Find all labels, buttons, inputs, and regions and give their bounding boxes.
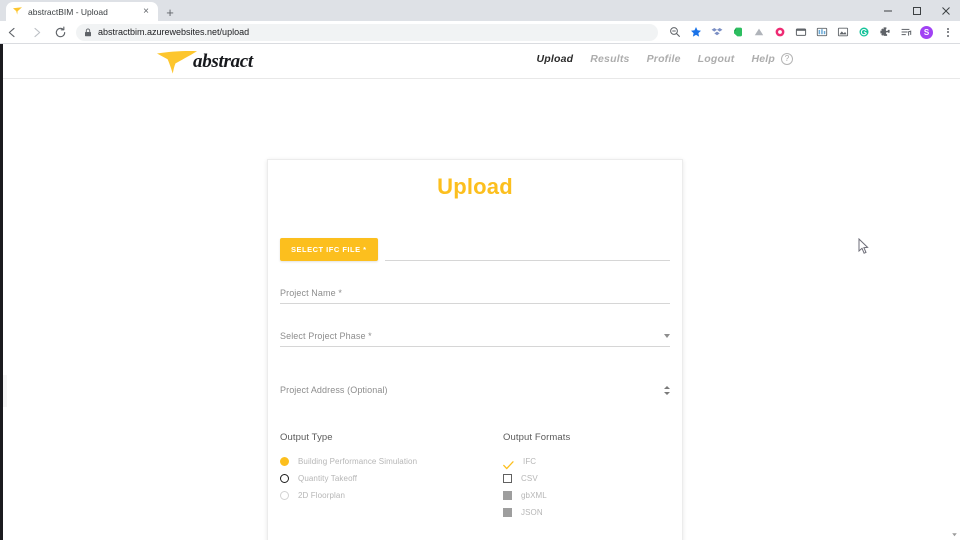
mouse-cursor bbox=[858, 237, 870, 255]
grammarly-extension-icon[interactable] bbox=[853, 22, 874, 43]
output-type-heading: Output Type bbox=[280, 432, 333, 443]
options-section: Output Type Building Performance Simulat… bbox=[280, 432, 670, 523]
checkbox-gbxml: gbXML bbox=[503, 489, 670, 502]
url-text: abstractbim.azurewebsites.net/upload bbox=[98, 27, 250, 37]
back-arrow-icon[interactable] bbox=[0, 21, 24, 44]
checkbox-label: gbXML bbox=[521, 491, 547, 500]
tab-strip: abstractBIM - Upload × + bbox=[0, 0, 960, 21]
close-icon[interactable] bbox=[931, 0, 960, 21]
checkbox-disabled-icon bbox=[503, 508, 512, 517]
browser-window: abstractBIM - Upload × + abstractbim.azu… bbox=[0, 0, 960, 540]
checkbox-csv[interactable]: CSV bbox=[503, 472, 670, 485]
funnel-icon bbox=[12, 6, 23, 17]
browser-tab[interactable]: abstractBIM - Upload × bbox=[6, 2, 158, 21]
image-extension-icon[interactable] bbox=[832, 22, 853, 43]
grid-extension-icon[interactable] bbox=[811, 22, 832, 43]
toolbar-icons: S bbox=[664, 22, 960, 43]
project-address-label: Project Address (Optional) bbox=[280, 385, 388, 395]
page-title: Upload bbox=[437, 174, 513, 199]
tab-close-icon[interactable]: × bbox=[140, 6, 152, 18]
brand-text: abstract bbox=[193, 51, 253, 72]
nav-item-logout[interactable]: Logout bbox=[698, 53, 735, 65]
project-phase-label: Select Project Phase * bbox=[280, 331, 372, 341]
project-address-field[interactable]: Project Address (Optional) bbox=[280, 374, 670, 400]
nav-item-help-label: Help bbox=[751, 53, 775, 65]
nav-item-profile[interactable]: Profile bbox=[647, 53, 681, 65]
checkbox-ifc[interactable]: IFC bbox=[503, 455, 670, 470]
radio-empty-icon bbox=[280, 491, 289, 500]
project-name-label: Project Name * bbox=[280, 288, 342, 298]
project-phase-select[interactable]: Select Project Phase * bbox=[280, 321, 670, 347]
radio-label: Building Performance Simulation bbox=[298, 457, 418, 466]
window-left-edge bbox=[0, 44, 3, 540]
question-circle-icon: ? bbox=[781, 53, 793, 65]
cloud-extension-icon[interactable] bbox=[748, 22, 769, 43]
kebab-menu-icon[interactable] bbox=[937, 22, 958, 43]
checkbox-empty-icon bbox=[503, 474, 512, 483]
chevron-up-icon bbox=[664, 386, 670, 389]
checkbox-label: CSV bbox=[521, 474, 538, 483]
checkbox-label: JSON bbox=[521, 508, 543, 517]
nav-item-upload[interactable]: Upload bbox=[536, 53, 573, 65]
file-name-field[interactable] bbox=[384, 237, 670, 261]
record-extension-icon[interactable] bbox=[769, 22, 790, 43]
site-header: abstract Upload Results Profile Logout H… bbox=[3, 44, 960, 79]
scrollbar-down-arrow[interactable] bbox=[951, 531, 958, 538]
browser-toolbar: abstractbim.azurewebsites.net/upload S bbox=[0, 21, 960, 44]
checkbox-disabled-icon bbox=[503, 491, 512, 500]
new-tab-button[interactable]: + bbox=[162, 4, 178, 20]
output-type-group: Output Type Building Performance Simulat… bbox=[280, 432, 475, 523]
forward-arrow-icon bbox=[24, 21, 48, 44]
puzzle-extensions-icon[interactable] bbox=[874, 22, 895, 43]
zoom-out-icon[interactable] bbox=[664, 22, 685, 43]
lock-icon bbox=[84, 28, 92, 37]
evernote-extension-icon[interactable] bbox=[727, 22, 748, 43]
file-select-row: SELECT IFC FILE * bbox=[280, 237, 670, 261]
dropbox-extension-icon[interactable] bbox=[706, 22, 727, 43]
avatar[interactable]: S bbox=[916, 22, 937, 43]
reload-icon[interactable] bbox=[48, 21, 72, 44]
page-viewport: abstract Upload Results Profile Logout H… bbox=[0, 44, 960, 540]
chevron-down-icon bbox=[664, 334, 670, 338]
radio-quantity-takeoff[interactable]: Quantity Takeoff bbox=[280, 472, 475, 485]
minimize-icon[interactable] bbox=[873, 0, 902, 21]
bookmark-star-icon[interactable] bbox=[685, 22, 706, 43]
stepper-icon[interactable] bbox=[664, 386, 670, 395]
output-formats-heading: Output Formats bbox=[503, 432, 571, 443]
playlist-icon[interactable] bbox=[895, 22, 916, 43]
select-ifc-file-button[interactable]: SELECT IFC FILE * bbox=[280, 237, 378, 261]
left-edge-nub bbox=[3, 375, 7, 407]
window-controls bbox=[873, 0, 960, 21]
chevron-down-icon bbox=[664, 392, 670, 395]
project-name-field[interactable]: Project Name * bbox=[280, 278, 670, 304]
check-icon bbox=[503, 457, 514, 470]
funnel-logo-icon bbox=[155, 49, 199, 75]
avatar-initial: S bbox=[920, 25, 933, 39]
brand-logo-link[interactable]: abstract bbox=[155, 47, 253, 77]
tab-title: abstractBIM - Upload bbox=[28, 6, 108, 17]
nav-item-results[interactable]: Results bbox=[590, 53, 629, 65]
address-bar[interactable]: abstractbim.azurewebsites.net/upload bbox=[76, 23, 658, 41]
site-nav: Upload Results Profile Logout Help ? bbox=[536, 53, 793, 65]
radio-label: 2D Floorplan bbox=[298, 491, 346, 500]
maximize-icon[interactable] bbox=[902, 0, 931, 21]
upload-form: SELECT IFC FILE * Project Name * Select … bbox=[268, 237, 682, 540]
radio-label: Quantity Takeoff bbox=[298, 474, 358, 483]
upload-card: Upload SELECT IFC FILE * Project Name * … bbox=[267, 159, 683, 540]
output-formats-group: Output Formats IFC CSV gbXML JSON bbox=[475, 432, 670, 523]
checkbox-label: IFC bbox=[523, 457, 537, 466]
checkbox-json: JSON bbox=[503, 506, 670, 519]
radio-building-performance-simulation[interactable]: Building Performance Simulation bbox=[280, 455, 475, 468]
nav-item-help[interactable]: Help ? bbox=[751, 53, 793, 65]
calendar-extension-icon[interactable] bbox=[790, 22, 811, 43]
radio-empty-icon bbox=[280, 474, 289, 483]
radio-2d-floorplan[interactable]: 2D Floorplan bbox=[280, 489, 475, 502]
radio-filled-icon bbox=[280, 457, 289, 466]
